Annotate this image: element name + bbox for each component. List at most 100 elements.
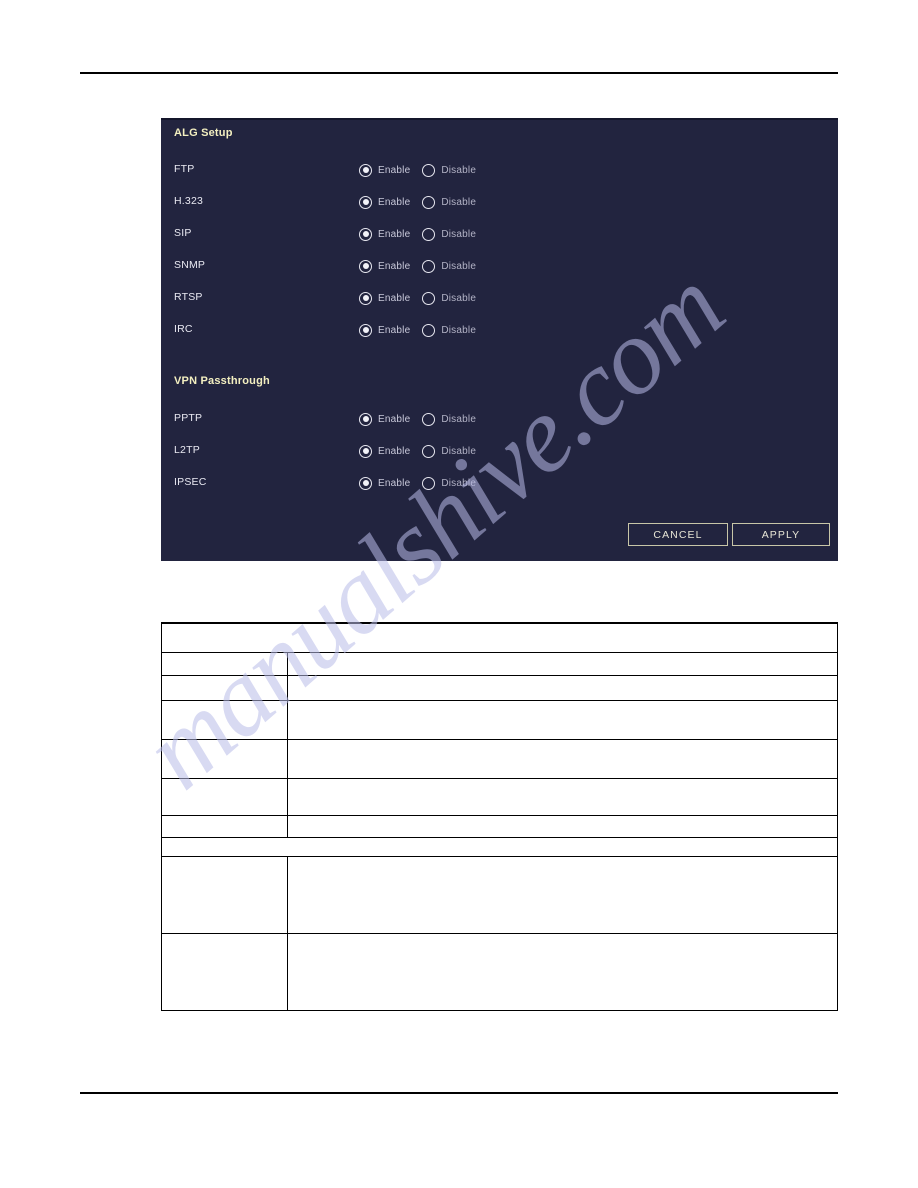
radio-option-enable[interactable]: Enable [359, 287, 410, 309]
radio-group: Enable Disable [359, 223, 476, 245]
table-row [161, 675, 838, 701]
table-cell-description [287, 675, 838, 701]
table-cell-label [161, 675, 288, 701]
field-row-rtsp: RTSP Enable Disable [161, 287, 838, 309]
radio-option-enable[interactable]: Enable [359, 159, 410, 181]
radio-option-label: Disable [441, 260, 477, 272]
radio-unselected-icon[interactable] [422, 195, 436, 209]
radio-unselected-icon[interactable] [422, 163, 436, 177]
field-label: L2TP [174, 444, 200, 456]
table-cell-description [287, 933, 838, 1011]
section-title-1: ALG Setup [174, 127, 233, 139]
radio-option-enable[interactable]: Enable [359, 472, 410, 494]
radio-unselected-icon[interactable] [422, 259, 436, 273]
radio-option-label: Disable [441, 413, 477, 425]
radio-option-disable[interactable]: Disable [422, 440, 476, 462]
table-cell-description [287, 778, 838, 816]
radio-group: Enable Disable [359, 159, 476, 181]
radio-selected-icon[interactable] [359, 259, 372, 273]
radio-unselected-icon[interactable] [422, 476, 436, 490]
radio-option-enable[interactable]: Enable [359, 408, 410, 430]
table-row [161, 933, 838, 1011]
radio-selected-icon[interactable] [359, 227, 372, 241]
table-cell-label [161, 856, 288, 934]
description-table [161, 622, 838, 1011]
radio-selected-icon[interactable] [359, 444, 372, 458]
field-row-l2tp: L2TP Enable Disable [161, 440, 838, 462]
radio-unselected-icon[interactable] [422, 412, 436, 426]
radio-option-disable[interactable]: Disable [422, 191, 476, 213]
table-row [161, 778, 838, 816]
radio-selected-icon[interactable] [359, 323, 372, 337]
config-panel: ALG Setup FTP Enable Disable H.323 Enable Disa… [161, 118, 838, 561]
radio-option-label: Disable [441, 164, 477, 176]
radio-selected-icon[interactable] [359, 163, 372, 177]
field-row-h-323: H.323 Enable Disable [161, 191, 838, 213]
table-row [161, 837, 838, 857]
table-cell-label [161, 778, 288, 816]
radio-selected-icon[interactable] [359, 195, 372, 209]
field-row-sip: SIP Enable Disable [161, 223, 838, 245]
field-label: IPSEC [174, 476, 207, 488]
document-page: manualshive.com ALG Setup FTP Enable Disabl… [0, 0, 918, 1188]
radio-option-label: Disable [441, 477, 477, 489]
radio-option-disable[interactable]: Disable [422, 319, 476, 341]
radio-option-enable[interactable]: Enable [359, 191, 410, 213]
table-cell-spanning [161, 623, 838, 653]
radio-option-label: Enable [378, 228, 411, 240]
table-cell-label [161, 739, 288, 779]
header-rule [80, 72, 838, 74]
radio-option-enable[interactable]: Enable [359, 319, 410, 341]
table-row [161, 623, 838, 653]
table-cell-label [161, 652, 288, 676]
field-row-irc: IRC Enable Disable [161, 319, 838, 341]
radio-option-label: Disable [441, 196, 477, 208]
radio-option-enable[interactable]: Enable [359, 440, 410, 462]
radio-unselected-icon[interactable] [422, 444, 436, 458]
field-label: FTP [174, 163, 195, 175]
table-row [161, 739, 838, 779]
radio-group: Enable Disable [359, 440, 476, 462]
table-cell-label [161, 815, 288, 838]
field-label: PPTP [174, 412, 203, 424]
radio-selected-icon[interactable] [359, 412, 372, 426]
radio-option-enable[interactable]: Enable [359, 255, 410, 277]
radio-option-disable[interactable]: Disable [422, 472, 476, 494]
radio-unselected-icon[interactable] [422, 323, 436, 337]
radio-unselected-icon[interactable] [422, 227, 436, 241]
table-cell-description [287, 700, 838, 740]
radio-option-disable[interactable]: Disable [422, 223, 476, 245]
field-row-ftp: FTP Enable Disable [161, 159, 838, 181]
cancel-button[interactable]: CANCEL [628, 523, 728, 546]
apply-button[interactable]: APPLY [732, 523, 830, 546]
radio-option-disable[interactable]: Disable [422, 159, 476, 181]
radio-option-enable[interactable]: Enable [359, 223, 410, 245]
table-cell-label [161, 933, 288, 1011]
radio-option-disable[interactable]: Disable [422, 287, 476, 309]
radio-option-label: Enable [378, 260, 411, 272]
table-row [161, 700, 838, 740]
radio-option-label: Enable [378, 324, 411, 336]
table-row [161, 856, 838, 934]
radio-option-label: Enable [378, 445, 411, 457]
panel-button-bar: CANCEL APPLY [161, 523, 838, 547]
field-label: H.323 [174, 195, 204, 207]
radio-option-disable[interactable]: Disable [422, 408, 476, 430]
radio-group: Enable Disable [359, 472, 476, 494]
table-body [161, 623, 838, 1011]
radio-unselected-icon[interactable] [422, 291, 436, 305]
radio-selected-icon[interactable] [359, 476, 372, 490]
radio-group: Enable Disable [359, 408, 476, 430]
field-label: RTSP [174, 291, 203, 303]
field-label: SIP [174, 227, 192, 239]
radio-group: Enable Disable [359, 191, 476, 213]
radio-option-disable[interactable]: Disable [422, 255, 476, 277]
table-cell-description [287, 739, 838, 779]
section-title-2: VPN Passthrough [174, 375, 270, 387]
radio-group: Enable Disable [359, 255, 476, 277]
field-label: IRC [174, 323, 193, 335]
field-row-snmp: SNMP Enable Disable [161, 255, 838, 277]
table-cell-description [287, 856, 838, 934]
radio-selected-icon[interactable] [359, 291, 372, 305]
table-row [161, 652, 838, 676]
